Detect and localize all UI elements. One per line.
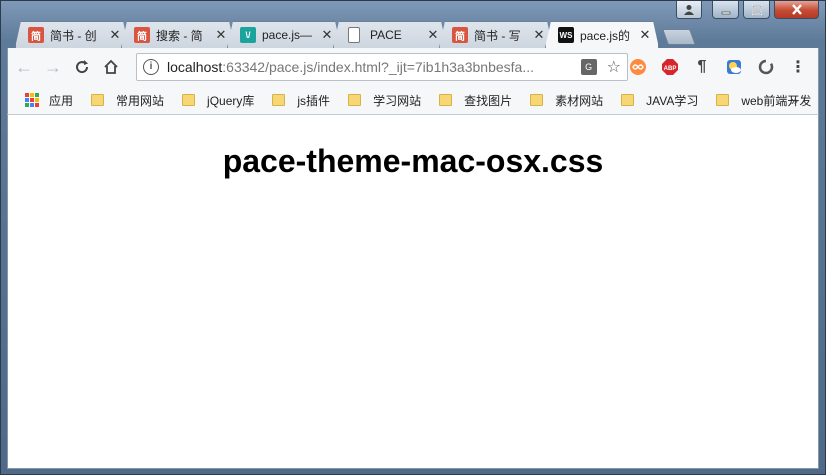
- new-tab-button[interactable]: [662, 29, 696, 45]
- tab-1[interactable]: 简 简书 - 创 ✕: [15, 21, 129, 48]
- tab-title: 简书 - 写: [474, 28, 521, 43]
- home-icon: [104, 59, 118, 74]
- close-icon: [791, 4, 802, 15]
- bookmark-label: JAVA学习: [646, 93, 699, 108]
- bookmark-folder[interactable]: jQuery库: [182, 92, 254, 109]
- folder-icon: [439, 94, 453, 106]
- back-button[interactable]: ←: [11, 54, 37, 80]
- pace-icon: \/: [240, 27, 256, 43]
- bookmarks-bar: 应用 常用网站 jQuery库 js插件 学习网站 查找图片 素材网站 JAVA…: [7, 86, 819, 115]
- bookmark-label: js插件: [297, 93, 331, 108]
- bookmark-label: web前端开发: [741, 93, 812, 108]
- tab-close-icon[interactable]: ✕: [320, 28, 334, 42]
- url-host: localhost: [167, 59, 223, 75]
- tab-5[interactable]: 简 简书 - 写 ✕: [439, 21, 553, 48]
- user-profile-button[interactable]: [676, 1, 702, 19]
- tab-6-active[interactable]: WS pace.js的 ✕: [545, 21, 659, 48]
- page-content: pace-theme-mac-osx.css: [7, 115, 819, 469]
- more-bookmarks-button[interactable]: »: [791, 93, 798, 108]
- tab-title: pace.js的: [580, 28, 631, 43]
- jianshu-icon: 简: [134, 27, 150, 43]
- window-controls: [676, 1, 819, 19]
- bookmark-folder[interactable]: JAVA学习: [621, 92, 698, 109]
- tab-4[interactable]: PACE ✕: [333, 21, 447, 48]
- translate-icon[interactable]: G: [580, 59, 597, 75]
- folder-icon: [348, 94, 362, 106]
- bookmark-apps[interactable]: 应用: [25, 92, 73, 109]
- info-icon[interactable]: i: [143, 59, 159, 75]
- tab-title: PACE: [370, 28, 402, 42]
- tab-2[interactable]: 简 搜索 - 简 ✕: [121, 21, 235, 48]
- tab-close-icon[interactable]: ✕: [108, 28, 122, 42]
- adblock-icon[interactable]: ABP: [660, 57, 680, 77]
- folder-icon: [182, 94, 196, 106]
- forward-arrow-icon: →: [44, 56, 62, 77]
- minimize-button[interactable]: [712, 1, 739, 19]
- folder-icon: [716, 94, 730, 106]
- page-icon: [348, 27, 360, 43]
- folder-icon: [91, 94, 105, 106]
- url-text[interactable]: localhost:63342/pace.js/index.html?_ijt=…: [167, 59, 575, 75]
- circle-icon[interactable]: [756, 57, 776, 77]
- reload-icon: [76, 60, 89, 74]
- folder-icon: [272, 94, 286, 106]
- tab-title: 搜索 - 简: [156, 28, 203, 43]
- browser-toolbar: ← → i localhost:63342/pace.js/index.html…: [7, 48, 819, 86]
- bookmark-label: 查找图片: [464, 93, 513, 108]
- bookmark-label: jQuery库: [207, 93, 255, 108]
- tab-close-icon[interactable]: ✕: [214, 28, 228, 42]
- infinity-icon[interactable]: [628, 57, 648, 77]
- weather-icon[interactable]: [724, 57, 744, 77]
- folder-icon: [530, 94, 544, 106]
- address-bar[interactable]: i localhost:63342/pace.js/index.html?_ij…: [136, 53, 628, 81]
- folder-icon: [621, 94, 635, 106]
- jianshu-icon: 简: [452, 27, 468, 43]
- bookmark-folder[interactable]: 查找图片: [439, 92, 512, 109]
- tab-3[interactable]: \/ pace.js— ✕: [227, 21, 341, 48]
- close-window-button[interactable]: [774, 1, 819, 19]
- bookmark-folder[interactable]: js插件: [272, 92, 330, 109]
- browser-window: 简 简书 - 创 ✕ 简 搜索 - 简 ✕ \/ pace.js— ✕ PACE…: [0, 0, 826, 475]
- minimize-icon: [721, 11, 730, 14]
- user-icon: [684, 5, 694, 15]
- svg-text:ABP: ABP: [664, 66, 677, 72]
- maximize-icon: [751, 4, 762, 15]
- bookmark-folder[interactable]: 素材网站: [530, 92, 603, 109]
- tab-title: 简书 - 创: [50, 28, 97, 43]
- webstorm-icon: WS: [558, 27, 574, 43]
- forward-button[interactable]: →: [40, 54, 66, 80]
- jianshu-icon: 简: [28, 27, 44, 43]
- tab-strip: 简 简书 - 创 ✕ 简 搜索 - 简 ✕ \/ pace.js— ✕ PACE…: [15, 21, 696, 48]
- tab-close-icon[interactable]: ✕: [638, 28, 652, 42]
- home-button[interactable]: [98, 54, 124, 80]
- maximize-button[interactable]: [743, 1, 770, 19]
- tab-close-icon[interactable]: ✕: [426, 28, 440, 42]
- page-heading: pace-theme-mac-osx.css: [222, 143, 604, 179]
- reload-button[interactable]: [69, 54, 95, 80]
- url-path: :63342/pace.js/index.html?_ijt=7ib1h3a3b…: [222, 59, 534, 75]
- bookmark-label: 常用网站: [116, 93, 165, 108]
- bookmark-label: 应用: [49, 93, 74, 108]
- bookmark-label: 学习网站: [373, 93, 422, 108]
- back-arrow-icon: ←: [15, 56, 33, 77]
- menu-dots-icon[interactable]: ⋮: [788, 57, 808, 77]
- tab-close-icon[interactable]: ✕: [532, 28, 546, 42]
- bookmark-label: 素材网站: [555, 93, 604, 108]
- bookmark-folder[interactable]: 学习网站: [348, 92, 421, 109]
- paragraph-icon[interactable]: ¶: [692, 57, 712, 77]
- bookmark-star-icon[interactable]: ☆: [607, 57, 621, 77]
- bookmark-folder[interactable]: 常用网站: [91, 92, 164, 109]
- apps-grid-icon: [25, 93, 39, 107]
- tab-title: pace.js—: [262, 28, 313, 42]
